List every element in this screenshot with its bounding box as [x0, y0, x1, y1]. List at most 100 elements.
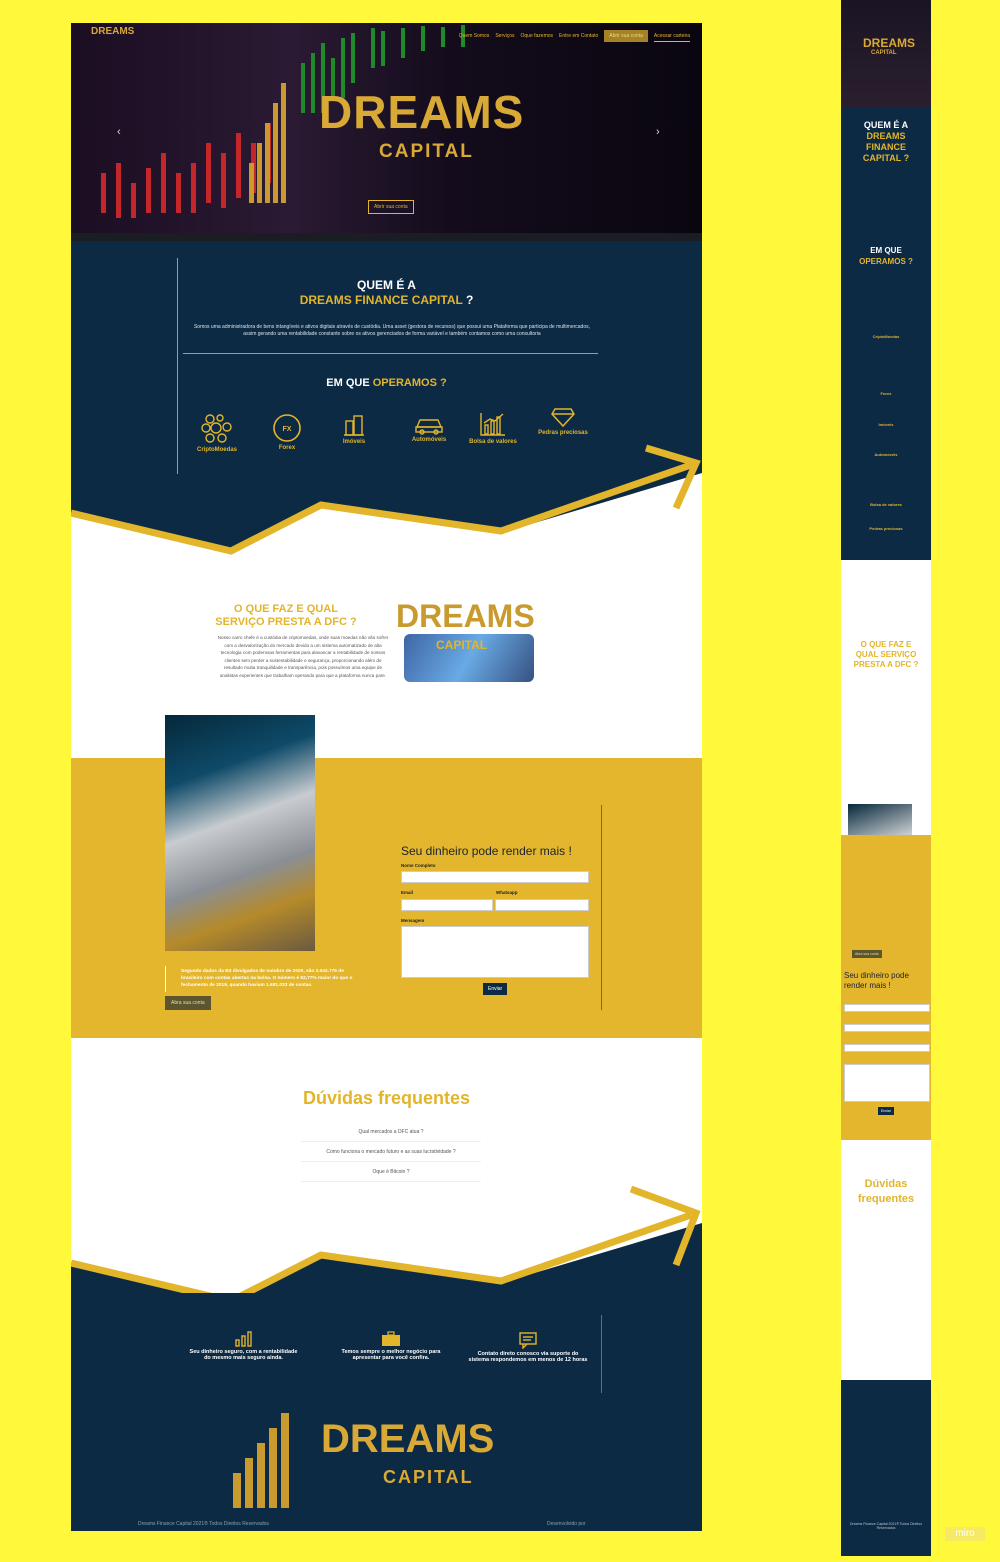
- feature-1: Seu dinheiro seguro, com a rentabilidade…: [186, 1331, 301, 1361]
- hero-logo: DREAMS: [319, 86, 525, 138]
- whatsapp-input[interactable]: [495, 899, 589, 911]
- mobile-service-title: O QUE FAZ E QUAL SERVIÇO PRESTA A DFC ?: [853, 640, 919, 669]
- page: { "nav": { "logo_line1": "DREAMS", "logo…: [0, 0, 1000, 1562]
- nav-item-quem-somos[interactable]: Quem Somos: [459, 33, 490, 39]
- footer-logo: DREAMS CAPITAL: [233, 1413, 553, 1513]
- mobile-op-automoveis: Automóveis: [874, 452, 898, 457]
- nav-access-wallet-button[interactable]: Acessar carteira: [653, 31, 690, 42]
- mobile-whatsapp-input[interactable]: [844, 1044, 930, 1052]
- message-icon: [519, 1332, 537, 1350]
- copyright-text: Dreams Finance Capital 2021® Todos Direi…: [138, 1521, 269, 1527]
- nav-item-servicos[interactable]: Serviços: [495, 33, 514, 39]
- mobile-name-input[interactable]: [844, 1004, 930, 1012]
- mobile-copyright: Dreams Finance Capital 2021® Todos Direi…: [850, 1522, 922, 1530]
- feature-3: Contato direto conosco via suporte do si…: [468, 1331, 588, 1363]
- name-label: Nome Completo: [401, 863, 436, 868]
- faq-item-2[interactable]: Como funciona o mercado futuro e as suas…: [301, 1149, 481, 1162]
- faq-item-3[interactable]: Oque é Bitcoin ?: [301, 1169, 481, 1182]
- mobile-service: O QUE FAZ E QUAL SERVIÇO PRESTA A DFC ?: [841, 560, 931, 886]
- b3-stat-text: Segundo dados da B3 divulgados de outubr…: [181, 969, 353, 988]
- stat-rule: [165, 966, 166, 992]
- message-textarea[interactable]: [401, 926, 589, 978]
- carousel-next-icon[interactable]: ›: [656, 126, 660, 138]
- briefcase-icon: [382, 1331, 400, 1346]
- name-input[interactable]: [401, 871, 589, 883]
- footer-section: Seu dinheiro seguro, com a rentabilidade…: [71, 1293, 702, 1531]
- footer-logo-bars: [233, 1413, 289, 1508]
- operamos-title: EM QUE OPERAMOS ?: [71, 377, 702, 389]
- carousel-prev-icon[interactable]: ‹: [117, 126, 121, 138]
- mobile-operamos-b: OPERAMOS ?: [859, 257, 913, 266]
- hero-divider: [71, 233, 702, 241]
- about-title-gold: DREAMS FINANCE CAPITAL ?: [71, 293, 702, 307]
- send-button[interactable]: Enviar: [483, 983, 508, 995]
- feature-2-text: Temos sempre o melhor negócio para apres…: [341, 1349, 441, 1361]
- mobile-hero-logo: DREAMS: [863, 36, 916, 50]
- hero-logo-sub: CAPITAL: [379, 141, 474, 162]
- service-logo-main: DREAMS: [396, 598, 535, 634]
- about-title-brand: DREAMS FINANCE CAPITAL: [299, 293, 463, 307]
- about-divider: [183, 353, 598, 354]
- top-nav: Quem Somos Serviços Oque fazemos Entre e…: [459, 30, 690, 42]
- footer-logo-main: DREAMS: [321, 1417, 495, 1461]
- miro-watermark: miro: [945, 1527, 985, 1541]
- email-label: Email: [401, 890, 414, 895]
- mobile-hero-logo-sub: CAPITAL: [871, 50, 897, 56]
- mobile-op-crypto: CriptoMoedas: [872, 334, 900, 339]
- mobile-operamos-a: EM QUE: [870, 246, 902, 255]
- mobile-message-textarea[interactable]: [844, 1064, 930, 1102]
- service-title-1: O QUE FAZ E QUAL: [234, 603, 338, 615]
- footer-rule: [601, 1315, 602, 1393]
- chart-icon: [234, 1331, 252, 1347]
- open-account-button[interactable]: Abra sua conta: [165, 996, 211, 1010]
- about-title-q: ?: [465, 293, 474, 307]
- mobile-preview: DREAMS CAPITAL QUEM É A DREAMS FINANCE C…: [841, 0, 931, 1556]
- nav-open-account-button[interactable]: Abrir sua conta: [604, 30, 648, 42]
- svg-text:FX: FX: [283, 426, 292, 433]
- faq-title: Dúvidas frequentes: [302, 1088, 471, 1108]
- mobile-form-title: Seu dinheiro pode render mais !: [844, 971, 909, 990]
- desktop-preview: DREAMS Quem Somos Serviços Oque fazemos …: [71, 23, 702, 1531]
- service-text: Nosso carro chefe é a custódia de cripto…: [217, 635, 389, 678]
- mobile-hero: DREAMS CAPITAL: [841, 0, 931, 108]
- operamos-title-a: EM QUE: [326, 377, 370, 389]
- service-title: O QUE FAZ E QUAL SERVIÇO PRESTA A DFC ?: [211, 603, 361, 629]
- mobile-email-input[interactable]: [844, 1024, 930, 1032]
- mobile-op-bolsa: Bolsa de valores: [870, 502, 902, 507]
- message-label: Mensagem: [401, 918, 425, 923]
- car-icon: [415, 419, 443, 435]
- hero-open-account-button[interactable]: Abrir sua conta: [368, 200, 414, 214]
- email-input[interactable]: [401, 899, 493, 911]
- faq-item-1[interactable]: Qual mercados a DFC atua ?: [301, 1129, 481, 1142]
- whatsapp-label: Whatsapp: [496, 890, 518, 895]
- about-text: Somos uma administradora de bens intangí…: [193, 324, 591, 337]
- nav-logo[interactable]: DREAMS: [91, 26, 134, 37]
- mobile-op-forex: Forex: [880, 391, 892, 396]
- about-title: QUEM É A: [357, 278, 416, 292]
- mobile-send-button[interactable]: Enviar: [878, 1107, 894, 1115]
- feature-3-text: Contato direto conosco via suporte do si…: [468, 1351, 588, 1363]
- feature-2: Temos sempre o melhor negócio para apres…: [331, 1331, 451, 1361]
- mobile-invest: Abra sua conta Seu dinheiro pode render …: [841, 835, 931, 1140]
- service-logo: DREAMS CAPITAL: [396, 598, 561, 688]
- service-title-2: SERVIÇO PRESTA A DFC ?: [215, 616, 357, 628]
- nav-logo-text: DREAMS: [91, 26, 135, 37]
- mobile-about-title: QUEM É A: [863, 120, 909, 130]
- invest-section: Segundo dados da B3 divulgados de outubr…: [71, 715, 702, 1038]
- service-section: O QUE FAZ E QUAL SERVIÇO PRESTA A DFC ? …: [71, 571, 702, 706]
- mobile-op-pedras: Pedras preciosas: [869, 526, 903, 531]
- mobile-faq: Dúvidas frequentes: [841, 1140, 931, 1380]
- nav-item-contato[interactable]: Entre em Contato: [559, 33, 598, 39]
- footer-logo-sub: CAPITAL: [383, 1467, 474, 1487]
- hero-banner: DREAMS Quem Somos Serviços Oque fazemos …: [71, 23, 702, 233]
- nav-item-oque-fazemos[interactable]: Oque fazemos: [521, 33, 554, 39]
- developer-credit[interactable]: Desenvolvido por: [547, 1521, 586, 1527]
- form-title: Seu dinheiro pode render mais !: [401, 844, 572, 858]
- mobile-op-imoveis: Imóveis: [878, 422, 894, 427]
- diamond-icon: [551, 408, 575, 428]
- mobile-open-account-button[interactable]: Abra sua conta: [852, 950, 882, 958]
- service-logo-sub: CAPITAL: [436, 638, 488, 652]
- laptop-coins-image: [165, 715, 315, 951]
- form-rule: [601, 805, 602, 1010]
- operamos-title-b: OPERAMOS ?: [372, 377, 447, 389]
